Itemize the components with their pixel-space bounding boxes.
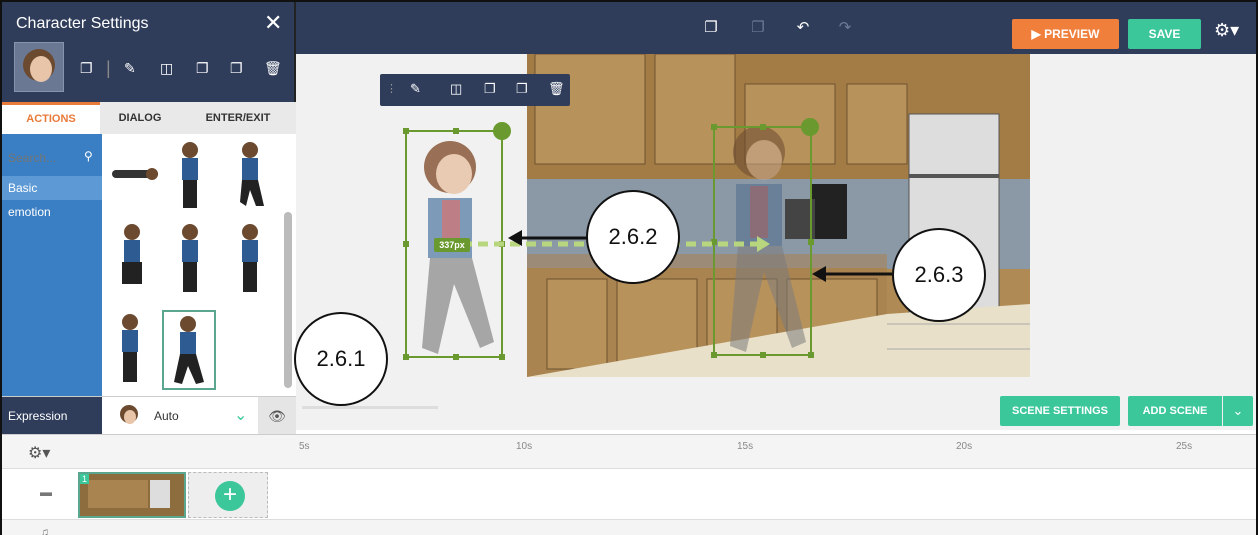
pose-thumbnail[interactable] — [108, 220, 162, 300]
zoom-slider[interactable] — [302, 406, 438, 409]
chevron-down-icon[interactable]: ⌄ — [234, 405, 247, 425]
callout-2-6-1: 2.6.1 — [294, 312, 388, 406]
expression-label: Expression — [2, 397, 102, 435]
swap-character-icon[interactable]: ❐ — [80, 60, 93, 77]
tick-label: 20s — [956, 441, 973, 452]
rotate-handle-start[interactable] — [493, 122, 511, 140]
tab-enter-exit[interactable]: ENTER/EXIT — [180, 102, 296, 134]
camera-icon: ▬ — [40, 485, 52, 499]
character-end[interactable] — [730, 126, 806, 352]
scene-number: 1 — [80, 474, 90, 484]
layer-icon[interactable]: ❐ — [230, 60, 243, 77]
camera-track: ▬ 1 + — [2, 468, 1256, 520]
pose-grid — [102, 134, 296, 396]
trash-icon[interactable]: 🗑 — [264, 60, 282, 77]
edit-icon[interactable]: ✎ — [410, 81, 421, 97]
pose-grid-scrollbar[interactable] — [284, 212, 292, 388]
tab-dialog[interactable]: DIALOG — [100, 102, 180, 134]
copy-icon[interactable]: ❐ — [196, 60, 209, 77]
trash-icon[interactable]: 🗑 — [548, 81, 565, 97]
tab-actions[interactable]: ACTIONS — [2, 102, 100, 134]
chevron-down-icon[interactable]: ⌄ — [1223, 396, 1253, 426]
pose-thumbnail[interactable] — [228, 140, 282, 220]
close-icon[interactable]: ✕ — [264, 10, 282, 36]
add-scene-button[interactable]: ADD SCENE — [1128, 396, 1222, 426]
panel-tabs: ACTIONS DIALOG ENTER/EXIT — [2, 102, 296, 134]
app-frame: ❐ ❐ ↶ ↷ ▶ PREVIEW SAVE ⚙▾ 337px ⋮ ✎ ◫ ❐ … — [0, 0, 1258, 535]
character-avatar[interactable] — [14, 42, 64, 92]
pose-thumbnail[interactable] — [168, 220, 222, 300]
search-icon[interactable]: ⚲ — [84, 149, 93, 163]
drag-handle-icon[interactable]: ⋮ — [386, 82, 397, 95]
pose-thumbnail[interactable] — [108, 140, 162, 220]
scene-settings-button[interactable]: SCENE SETTINGS — [1000, 396, 1120, 426]
divider: | — [106, 58, 111, 78]
rotate-handle-end[interactable] — [801, 118, 819, 136]
callout-2-6-3: 2.6.3 — [892, 228, 986, 322]
copy-icon[interactable]: ❐ — [484, 81, 496, 97]
timeline: ⚙▾ 5s 10s 15s 20s 25s ▬ 1 + ♫ — [2, 434, 1256, 535]
category-basic[interactable]: Basic — [2, 176, 102, 200]
tick-label: 10s — [516, 441, 533, 452]
action-category-sidebar: ⚲ Basic emotion — [2, 134, 102, 396]
character-toolbar: ⋮ ✎ ◫ ❐ ❐ 🗑 — [380, 74, 570, 106]
character-settings-panel: Character Settings ✕ ❐ | ✎ ◫ ❐ ❐ 🗑 ACTIO… — [2, 2, 296, 435]
flip-icon[interactable]: ◫ — [450, 81, 462, 97]
layer-icon[interactable]: ❐ — [516, 81, 528, 97]
expression-avatar — [120, 405, 138, 424]
eye-icon[interactable]: 👁 — [258, 397, 296, 435]
callout-2-6-2: 2.6.2 — [586, 190, 680, 284]
pose-thumbnail[interactable] — [228, 220, 282, 300]
pose-thumbnail[interactable] — [108, 310, 162, 390]
distance-badge: 337px — [439, 240, 465, 250]
plus-icon[interactable]: + — [215, 481, 245, 511]
flip-icon[interactable]: ◫ — [160, 60, 173, 77]
tick-label: 25s — [1176, 441, 1193, 452]
tick-label: 15s — [737, 441, 754, 452]
pose-thumbnail-selected[interactable] — [162, 310, 216, 390]
audio-icon: ♫ — [40, 525, 49, 535]
pose-thumbnail[interactable] — [168, 140, 222, 220]
expression-select[interactable]: Auto — [154, 409, 179, 423]
scene-thumbnail[interactable]: 1 — [78, 472, 186, 518]
category-emotion[interactable]: emotion — [2, 200, 102, 224]
panel-title: Character Settings — [16, 15, 149, 32]
tick-label: 5s — [299, 441, 310, 452]
add-scene-slot[interactable]: + — [188, 472, 268, 518]
timeline-gear-icon[interactable]: ⚙▾ — [28, 443, 50, 463]
expression-bar: Expression Auto ⌄ 👁 — [2, 396, 296, 435]
edit-icon[interactable]: ✎ — [124, 60, 136, 77]
